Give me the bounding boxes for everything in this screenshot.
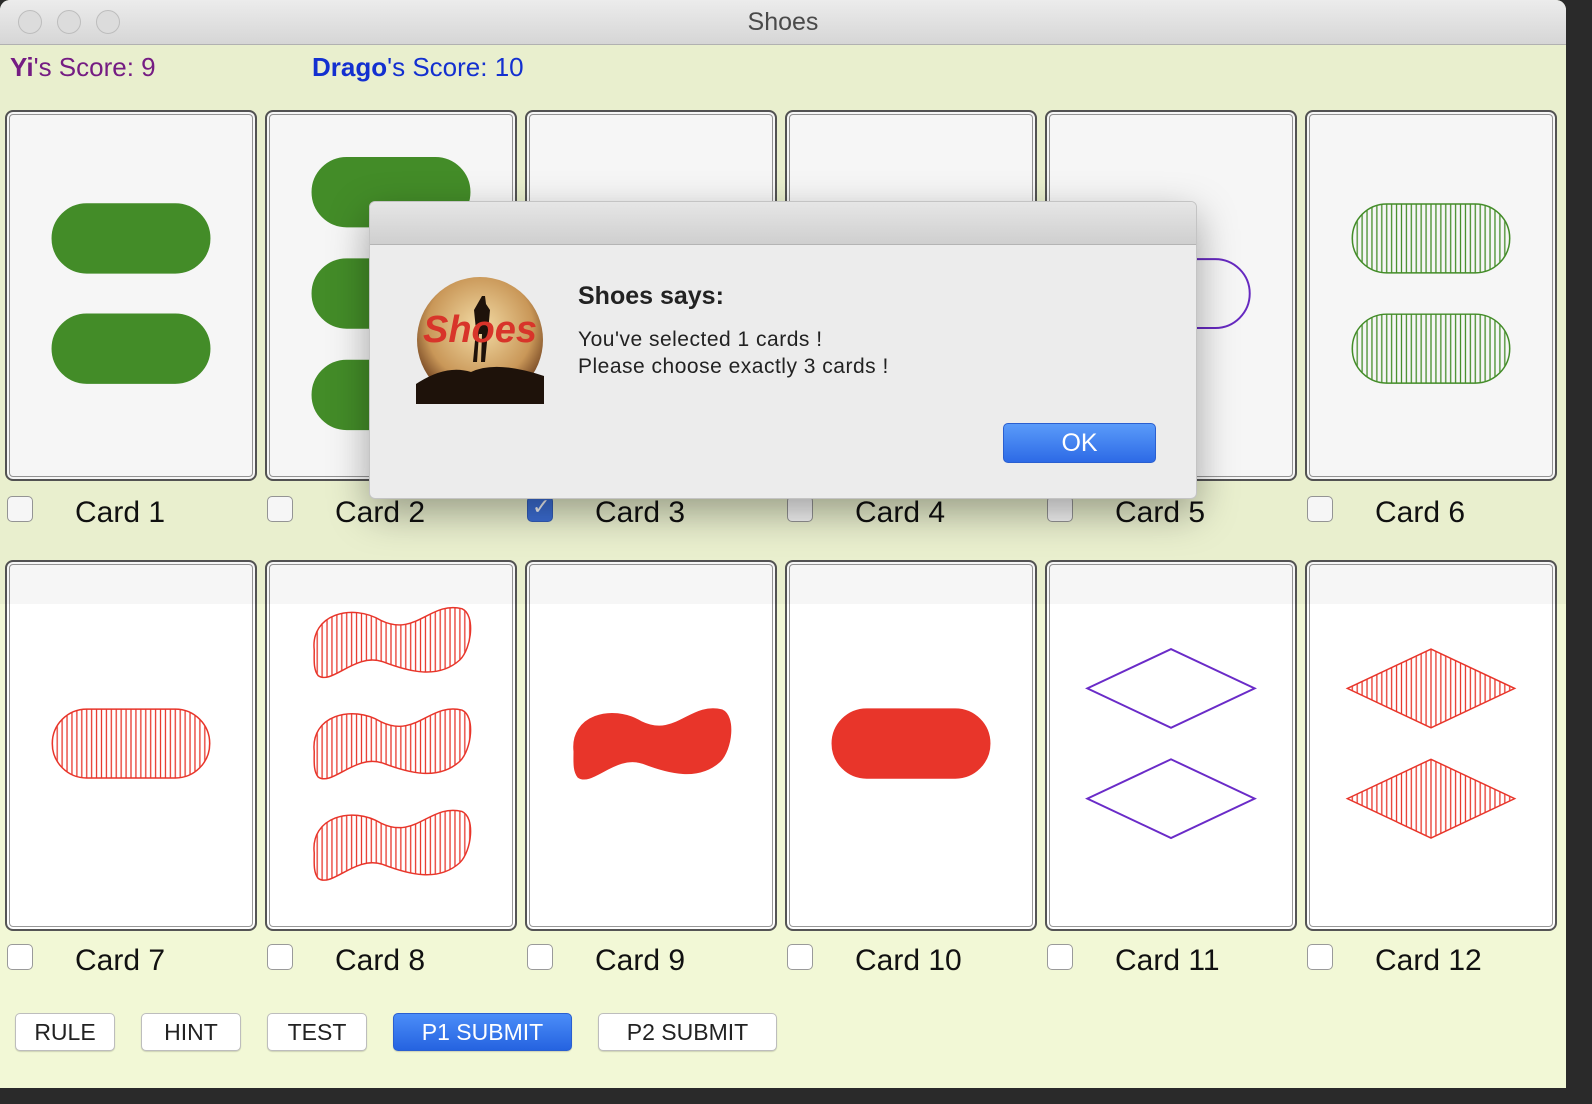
card-8[interactable] [265,560,517,931]
dialog-message-line1: You've selected 1 cards ! [578,328,823,351]
card-8-squiggle-shape [313,708,472,780]
rule-button[interactable]: RULE [15,1013,115,1051]
logo-text: Shoes [423,309,537,351]
card-8-label: Card 8 [335,944,426,977]
p1-submit-button[interactable]: P1 SUBMIT [393,1013,572,1051]
card-11-diamond-shape [1085,647,1257,729]
title-bar: Shoes [0,0,1566,45]
hint-button[interactable]: HINT [141,1013,241,1051]
card-10-checkbox[interactable] [787,944,813,970]
card-7-oval-shape [51,708,211,779]
card-11-checkbox[interactable] [1047,944,1073,970]
card-8-squiggle-shape [313,606,472,679]
card-12[interactable] [1305,560,1557,931]
card-10-oval-shape [831,708,991,779]
window-title: Shoes [747,8,819,36]
card-8-checkbox[interactable] [267,944,293,970]
shoes-logo-icon: Shoes [416,276,544,404]
card-7[interactable] [5,560,257,931]
card-12-diamond-shape [1345,758,1517,839]
card-7-label: Card 7 [75,944,166,977]
dialog-heading: Shoes says: [578,282,724,310]
dialog-message-line2: Please choose exactly 3 cards ! [578,355,889,378]
dialog-title-bar [370,202,1196,245]
test-button[interactable]: TEST [267,1013,367,1051]
card-11-diamond-shape [1085,758,1257,840]
card-8-squiggle-shape [313,809,472,881]
card-10[interactable] [785,560,1037,931]
card-9-squiggle-shape [573,708,732,780]
card-9[interactable] [525,560,777,931]
card-11[interactable] [1045,560,1297,931]
ok-button[interactable]: OK [1003,423,1156,463]
card-9-checkbox[interactable] [527,944,553,970]
card-12-diamond-shape [1345,648,1517,729]
card-11-label: Card 11 [1115,944,1220,977]
p2-submit-button[interactable]: P2 SUBMIT [598,1013,777,1051]
card-12-checkbox[interactable] [1307,944,1333,970]
app-window: Shoes Yi's Score: 9 Drago's Score: 10 Ca… [0,0,1566,1088]
alert-dialog: Shoes Shoes says: You've selected 1 card… [369,201,1197,499]
card-9-label: Card 9 [595,944,686,977]
card-12-label: Card 12 [1375,944,1482,977]
card-7-checkbox[interactable] [7,944,33,970]
card-10-label: Card 10 [855,944,962,977]
